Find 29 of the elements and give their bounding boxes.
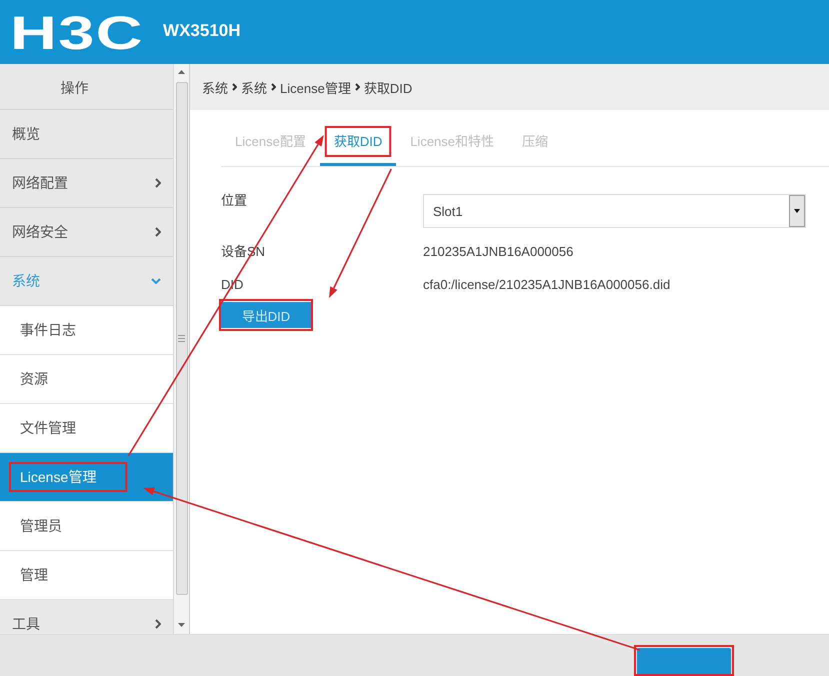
field-label: 位置 [221,194,248,208]
scroll-down-icon[interactable] [178,623,185,627]
breadcrumb-item[interactable]: License管理 [280,78,351,96]
sidebar-item[interactable]: 文件管理 [0,404,173,453]
scrollbar-thumb[interactable] [176,82,188,595]
chevron-right-icon [354,83,360,91]
sidebar-item[interactable]: License管理 [0,453,173,502]
scrollbar[interactable] [173,64,189,634]
breadcrumb-item: 获取DID [364,80,412,96]
model-name: WX3510H [163,22,241,38]
grip-icon [178,335,185,342]
brand-logo: H3C [10,8,144,56]
chevron-right-icon [232,83,237,91]
sidebar-item[interactable]: 事件日志 [0,306,173,355]
chevron-right-icon [155,619,161,629]
sidebar-item[interactable]: 管理员 [0,502,173,551]
location-select[interactable]: Slot1 [423,194,806,228]
breadcrumb-item[interactable]: 系统 [202,78,228,96]
caret-down-icon[interactable] [789,195,805,227]
chevron-right-icon [155,178,161,188]
scroll-up-icon[interactable] [178,70,185,74]
field-value: 210235A1JNB16A000056 [423,243,574,261]
chevron-right-icon [271,83,276,91]
chevron-right-icon [155,227,161,237]
chevron-down-icon [151,278,161,284]
sidebar-item[interactable]: 管理 [0,551,173,600]
sidebar-item[interactable]: 资源 [0,355,173,404]
field-value: cfa0:/license/210235A1JNB16A000056.did [423,276,672,294]
breadcrumb-item[interactable]: 系统 [241,78,267,96]
